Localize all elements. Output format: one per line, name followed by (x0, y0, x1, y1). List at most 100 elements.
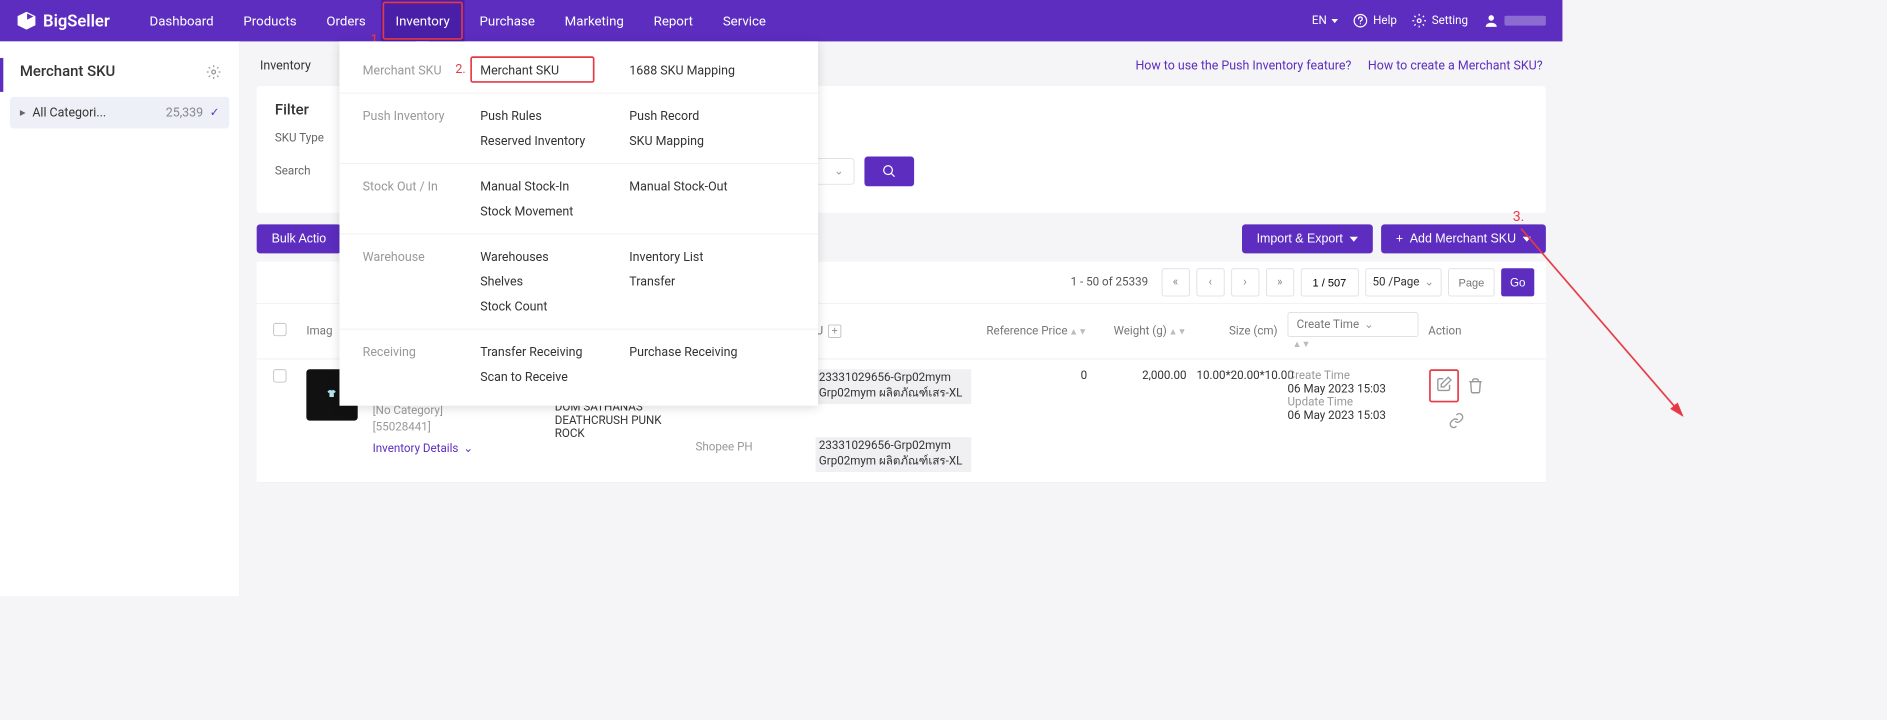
pager-page-display[interactable] (1300, 268, 1358, 296)
logo-icon (17, 11, 37, 31)
check-icon: ✓ (210, 106, 220, 119)
dropdown-link[interactable]: Transfer Receiving (480, 339, 629, 364)
dropdown-link[interactable]: Push Rules (480, 104, 629, 129)
dropdown-link[interactable]: Merchant SKU2. (480, 58, 629, 83)
weight-value: 2,000.00 (1092, 369, 1191, 472)
pager-perpage-select[interactable]: 50 /Page⌄ (1365, 268, 1441, 296)
sort-icon[interactable]: ▲▼ (1069, 330, 1087, 335)
dropdown-category: Warehouse (339, 244, 480, 319)
dropdown-link[interactable]: Warehouses (480, 244, 629, 269)
dropdown-link[interactable]: Reserved Inventory (480, 128, 629, 153)
update-time-value: 06 May 2023 15:03 (1288, 409, 1419, 422)
brand-text: BigSeller (43, 11, 110, 31)
chevron-down-icon: ⌄ (1424, 276, 1434, 289)
chevron-down-icon: ⌄ (1364, 318, 1374, 331)
bulk-action-button[interactable]: Bulk Actio (257, 224, 341, 253)
nav-report[interactable]: Report (639, 0, 708, 41)
dropdown-link[interactable]: Inventory List (629, 244, 778, 269)
add-column-icon[interactable]: + (828, 325, 841, 338)
dropdown-link[interactable]: Transfer (629, 269, 778, 294)
category-count: 25,339 (166, 105, 203, 120)
nav-service[interactable]: Service (708, 0, 781, 41)
add-merchant-sku-button[interactable]: +Add Merchant SKU (1381, 224, 1546, 253)
dropdown-link[interactable]: Purchase Receiving (629, 339, 778, 364)
help-create-link[interactable]: How to create a Merchant SKU? (1368, 58, 1543, 73)
annotation-2: 2. (455, 61, 465, 76)
pager-last-button[interactable]: » (1266, 268, 1294, 296)
highlight-box-3 (1429, 369, 1459, 402)
th-size: Size (cm) (1229, 325, 1278, 338)
dropdown-link[interactable]: SKU Mapping (629, 128, 778, 153)
th-ref-price[interactable]: Reference Price (986, 325, 1067, 338)
chevron-down-icon (1349, 236, 1357, 241)
setting-link[interactable]: Setting (1412, 13, 1468, 28)
logo[interactable]: BigSeller (17, 11, 110, 31)
nav-products[interactable]: Products (229, 0, 312, 41)
pager-page-input[interactable] (1448, 268, 1494, 296)
th-weight[interactable]: Weight (g) (1114, 325, 1167, 338)
nav-dashboard[interactable]: Dashboard (135, 0, 229, 41)
store-sku-1: 23331029656-Grp02mym Grp02mym ผลิตภัณฑ์เ… (816, 369, 972, 404)
pager-first-button[interactable]: « (1161, 268, 1189, 296)
help-link[interactable]: Help (1353, 13, 1397, 28)
dropdown-link[interactable]: Push Record (629, 104, 778, 129)
pager-next-button[interactable]: › (1231, 268, 1259, 296)
create-time-value: 06 May 2023 15:03 (1288, 383, 1419, 396)
help-icon (1353, 13, 1368, 28)
dropdown-link[interactable]: Manual Stock-In (480, 174, 629, 199)
row-checkbox[interactable] (273, 369, 286, 382)
dropdown-link[interactable]: Stock Movement (480, 199, 629, 224)
chevron-down-icon (1523, 236, 1531, 241)
store-sku-2: 23331029656-Grp02mym Grp02mym ผลิตภัณฑ์เ… (816, 437, 972, 472)
import-export-button[interactable]: Import & Export (1242, 224, 1373, 253)
search-label: Search (275, 165, 341, 178)
gear-icon (1412, 13, 1427, 28)
dropdown-category: Stock Out / In (339, 174, 480, 224)
dropdown-link[interactable]: Stock Count (480, 294, 629, 319)
time-column-select[interactable]: Create Time⌄ (1288, 312, 1419, 337)
chevron-down-icon (1332, 19, 1339, 23)
main-nav: Dashboard Products Orders Inventory 1. P… (135, 0, 1312, 41)
inventory-details-link[interactable]: Inventory Details⌄ (373, 442, 545, 455)
sidebar-title: Merchant SKU (20, 63, 115, 80)
select-all-checkbox[interactable] (273, 323, 286, 336)
dropdown-link[interactable]: Scan to Receive (480, 364, 629, 389)
user-avatar[interactable] (1483, 12, 1546, 29)
dropdown-link[interactable]: Manual Stock-Out (629, 174, 778, 199)
gear-icon[interactable] (206, 64, 221, 79)
sort-icon[interactable]: ▲▼ (1168, 330, 1186, 335)
lang-switch[interactable]: EN (1312, 14, 1338, 27)
dropdown-link[interactable]: 1688 SKU Mapping (629, 58, 778, 83)
pager-prev-button[interactable]: ‹ (1196, 268, 1224, 296)
dropdown-category: Receiving (339, 339, 480, 389)
sku-type-label: SKU Type (275, 132, 341, 145)
delete-icon[interactable] (1467, 378, 1484, 395)
category-label: [No Category] (373, 404, 545, 417)
help-push-link[interactable]: How to use the Push Inventory feature? (1135, 58, 1351, 73)
dropdown-link[interactable]: Shelves (480, 269, 629, 294)
sort-icon[interactable]: ▲▼ (1293, 342, 1311, 347)
highlight-box-2 (470, 56, 594, 82)
nav-inventory[interactable]: Inventory 1. (381, 0, 465, 41)
header-right: EN Help Setting (1312, 12, 1546, 29)
pager-info: 1 - 50 of 25339 (1071, 276, 1148, 289)
product-id: [55028441] (373, 421, 545, 434)
chevron-down-icon: ⌄ (834, 165, 844, 178)
user-icon (1483, 12, 1500, 29)
category-name: All Categori... (32, 105, 159, 120)
pager-go-button[interactable]: Go (1501, 268, 1534, 296)
search-button[interactable] (864, 156, 914, 186)
dropdown-pointer-icon (416, 41, 429, 48)
sidebar-category-all[interactable]: ▸ All Categori... 25,339 ✓ (10, 97, 229, 128)
nav-marketing[interactable]: Marketing (550, 0, 639, 41)
edit-icon[interactable] (1436, 376, 1453, 393)
plus-icon: + (1396, 232, 1403, 246)
nav-purchase[interactable]: Purchase (465, 0, 550, 41)
user-name-redacted (1504, 16, 1545, 26)
update-time-label: Update Time (1288, 396, 1419, 409)
size-value: 10.00*20.00*10.00 (1191, 369, 1282, 472)
sidebar: Merchant SKU ▸ All Categori... 25,339 ✓ (0, 41, 240, 596)
link-icon[interactable] (1448, 412, 1465, 429)
create-time-label: Create Time (1288, 369, 1419, 382)
breadcrumb-inventory: Inventory (260, 58, 311, 73)
